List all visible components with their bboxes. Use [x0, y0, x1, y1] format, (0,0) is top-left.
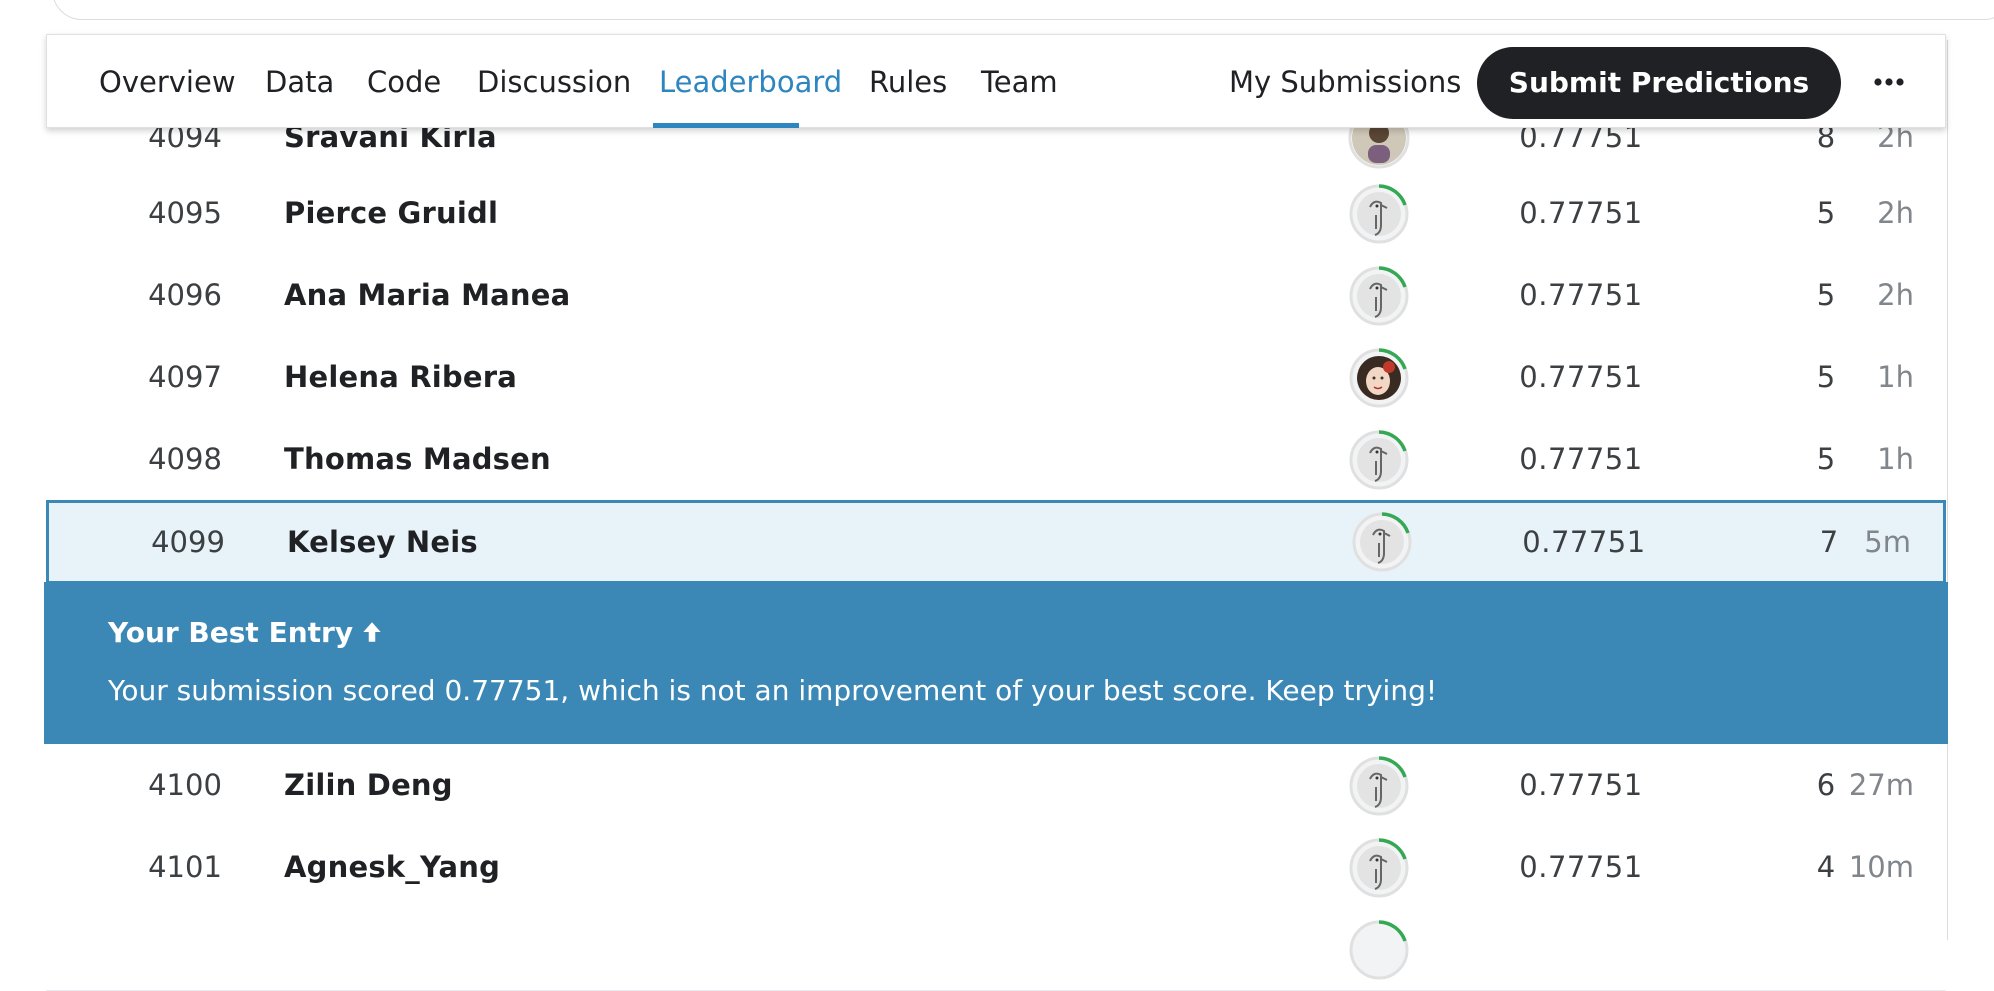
- rank: 4099: [151, 525, 225, 559]
- tab-discussion[interactable]: Discussion: [477, 35, 631, 129]
- goose-avatar-icon[interactable]: [1348, 183, 1410, 245]
- goose-avatar-icon[interactable]: [1351, 511, 1413, 573]
- my-submissions-link[interactable]: My Submissions: [1229, 35, 1461, 129]
- team-name[interactable]: Pierce Gruidl: [284, 172, 498, 254]
- my-team-row[interactable]: 4099 Kelsey Neis 0.77751 7 5m: [46, 500, 1946, 584]
- score: 0.77751: [1519, 768, 1643, 802]
- last-submission: 2h: [1877, 278, 1914, 312]
- table-row[interactable]: 4098 Thomas Madsen 0.77751 5 1h: [46, 418, 1946, 501]
- table-row[interactable]: 4100 Zilin Deng 0.77751 6 27m: [46, 744, 1946, 827]
- tab-rules[interactable]: Rules: [869, 35, 947, 129]
- entries-count: 5: [1816, 360, 1836, 394]
- goose-avatar-icon[interactable]: [1348, 755, 1410, 817]
- rank: 4098: [148, 442, 222, 476]
- team-name[interactable]: Kelsey Neis: [287, 501, 478, 583]
- tab-leaderboard[interactable]: Leaderboard: [659, 35, 842, 129]
- tab-code[interactable]: Code: [367, 35, 441, 129]
- score: 0.77751: [1519, 196, 1643, 230]
- tab-data[interactable]: Data: [265, 35, 334, 129]
- goose-avatar-icon[interactable]: [1348, 919, 1410, 981]
- score: 0.77751: [1519, 360, 1643, 394]
- search-bar-edge[interactable]: [52, 0, 1994, 20]
- entries-count: 5: [1816, 278, 1836, 312]
- last-submission: 10m: [1848, 850, 1914, 884]
- tab-team[interactable]: Team: [981, 35, 1058, 129]
- competition-nav: Overview Data Code Discussion Leaderboar…: [46, 34, 1946, 128]
- team-name[interactable]: Zilin Deng: [284, 744, 453, 826]
- table-row[interactable]: 4097 Helena Ribera 0.77751 5 1h: [46, 336, 1946, 419]
- rank: 4101: [148, 850, 222, 884]
- score: 0.77751: [1522, 525, 1646, 559]
- arrow-up-icon: [363, 622, 381, 642]
- last-submission: 1h: [1877, 360, 1914, 394]
- best-entry-title: Your Best Entry: [108, 616, 385, 649]
- goose-avatar-icon[interactable]: [1348, 265, 1410, 327]
- table-row[interactable]: 4095 Pierce Gruidl 0.77751 5 2h: [46, 172, 1946, 255]
- last-submission: 2h: [1877, 196, 1914, 230]
- score: 0.77751: [1519, 278, 1643, 312]
- last-submission: 27m: [1848, 768, 1914, 802]
- rank: 4100: [148, 768, 222, 802]
- table-row[interactable]: 4101 Agnesk_Yang 0.77751 4 10m: [46, 826, 1946, 909]
- tab-overview[interactable]: Overview: [99, 35, 236, 129]
- goose-avatar-icon[interactable]: [1348, 837, 1410, 899]
- entries-count: 5: [1816, 442, 1836, 476]
- team-name[interactable]: Thomas Madsen: [284, 418, 551, 500]
- table-row-partial[interactable]: [46, 908, 1946, 991]
- rank: 4097: [148, 360, 222, 394]
- goose-avatar-icon[interactable]: [1348, 429, 1410, 491]
- more-options-icon[interactable]: [1869, 65, 1909, 99]
- team-name[interactable]: Agnesk_Yang: [284, 826, 500, 908]
- best-entry-message: Your submission scored 0.77751, which is…: [108, 674, 1438, 707]
- best-entry-banner: Your Best Entry Your submission scored 0…: [44, 582, 1948, 744]
- submit-predictions-button[interactable]: Submit Predictions: [1477, 47, 1841, 119]
- team-name[interactable]: Ana Maria Manea: [284, 254, 570, 336]
- table-row[interactable]: 4096 Ana Maria Manea 0.77751 5 2h: [46, 254, 1946, 337]
- score: 0.77751: [1519, 442, 1643, 476]
- rank: 4095: [148, 196, 222, 230]
- score: 0.77751: [1519, 850, 1643, 884]
- last-submission: 5m: [1864, 525, 1911, 559]
- avatar[interactable]: [1348, 347, 1410, 409]
- last-submission: 1h: [1877, 442, 1914, 476]
- team-name[interactable]: Helena Ribera: [284, 336, 517, 418]
- rank: 4096: [148, 278, 222, 312]
- active-tab-indicator: [653, 123, 799, 128]
- entries-count: 5: [1816, 196, 1836, 230]
